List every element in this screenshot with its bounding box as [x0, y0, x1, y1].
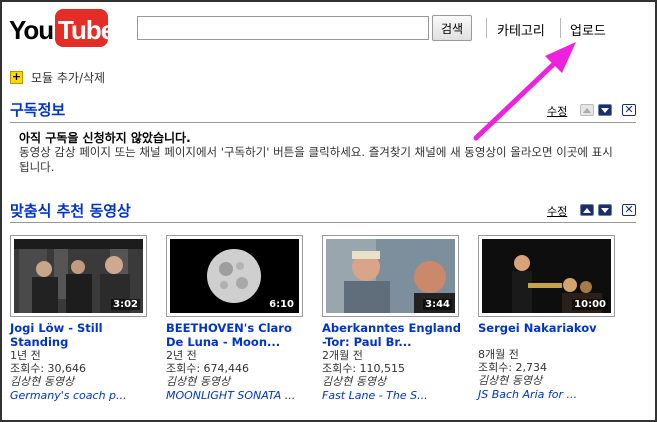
youtube-page: You Tube 검색 카테고리 업로드 + 모듈 추가/삭제 구독정보 수정 …: [0, 0, 657, 422]
plus-icon: +: [10, 70, 23, 84]
subscriptions-empty-heading: 아직 구독을 신청하지 않았습니다.: [19, 131, 191, 145]
video-description-link[interactable]: Germany's coach p...: [10, 389, 156, 402]
logo-you-text: You: [9, 15, 54, 45]
video-thumbnail[interactable]: 6:10: [166, 235, 303, 317]
video-duration: 6:10: [267, 299, 296, 310]
close-icon[interactable]: ✕: [622, 104, 636, 116]
video-user: 김상현 동영상: [322, 375, 387, 388]
video-card: 6:10 BEETHOVEN's Claro De Luna - Moon...…: [166, 235, 316, 402]
nav-separator: [486, 18, 487, 38]
move-up-disabled-icon: [580, 104, 594, 116]
video-title-link[interactable]: Jogi Löw - Still Standing: [10, 321, 156, 349]
video-duration: 10:00: [572, 299, 608, 310]
video-title-link[interactable]: BEETHOVEN's Claro De Luna - Moon...: [166, 321, 312, 349]
video-title-link[interactable]: Sergei Nakariakov: [478, 321, 624, 335]
video-card: 10:00 Sergei Nakariakov 8개월 전 조회수: 2,734…: [478, 235, 628, 401]
youtube-logo[interactable]: You Tube: [9, 9, 115, 49]
video-thumbnail[interactable]: 10:00: [478, 235, 615, 317]
video-user: 김상현 동영상: [166, 375, 231, 388]
close-icon[interactable]: ✕: [622, 204, 636, 216]
recommended-edit-link[interactable]: 수정: [547, 203, 567, 219]
video-views: 조회수: 30,646: [10, 362, 87, 375]
video-user: 김상현 동영상: [10, 375, 75, 388]
video-views: 조회수: 674,446: [166, 362, 250, 375]
video-views: 조회수: 110,515: [322, 362, 406, 375]
subscriptions-edit-link[interactable]: 수정: [547, 103, 567, 119]
video-description-link[interactable]: MOONLIGHT SONATA ...: [166, 389, 312, 402]
video-description-link[interactable]: JS Bach Aria for ...: [478, 388, 624, 401]
video-title-link[interactable]: Aberkanntes England -Tor: Paul Br...: [322, 321, 468, 349]
module-add-label: 모듈 추가/삭제: [31, 71, 106, 85]
video-thumbnail[interactable]: 3:44: [322, 235, 459, 317]
video-duration: 3:44: [423, 299, 452, 310]
video-age: 1년 전: [10, 349, 41, 362]
nav-separator: [560, 18, 561, 38]
nav-upload-link[interactable]: 업로드: [570, 20, 606, 39]
nav-category-link[interactable]: 카테고리: [497, 20, 545, 39]
video-age: 2년 전: [166, 349, 197, 362]
recommended-title: 맞춤식 추천 동영상: [10, 202, 131, 220]
move-down-icon[interactable]: [598, 204, 612, 216]
search-button[interactable]: 검색: [432, 15, 472, 41]
move-down-icon[interactable]: [598, 104, 612, 116]
video-age: 8개월 전: [478, 348, 519, 361]
video-card: 3:44 Aberkanntes England -Tor: Paul Br..…: [322, 235, 472, 402]
module-add-remove[interactable]: + 모듈 추가/삭제: [10, 69, 105, 86]
video-thumbnail[interactable]: 3:02: [10, 235, 147, 317]
logo-tube-text: Tube: [58, 15, 115, 45]
logo-tube-box: Tube: [55, 9, 115, 47]
video-duration: 3:02: [111, 299, 140, 310]
video-card: 3:02 Jogi Löw - Still Standing 1년 전 조회수:…: [10, 235, 160, 402]
search-input[interactable]: [137, 16, 429, 40]
subscriptions-empty-message: 동영상 감상 페이지 또는 채널 페이지에서 '구독하기' 버튼을 클릭하세요.…: [19, 145, 613, 174]
move-up-icon[interactable]: [580, 204, 594, 216]
video-age: 2개월 전: [322, 349, 363, 362]
video-user: 김상현 동영상: [478, 374, 543, 387]
section-divider: [10, 122, 636, 123]
video-views: 조회수: 2,734: [478, 361, 548, 374]
video-description-link[interactable]: Fast Lane - The S...: [322, 389, 468, 402]
section-divider: [10, 222, 636, 223]
subscriptions-title: 구독정보: [10, 101, 66, 119]
